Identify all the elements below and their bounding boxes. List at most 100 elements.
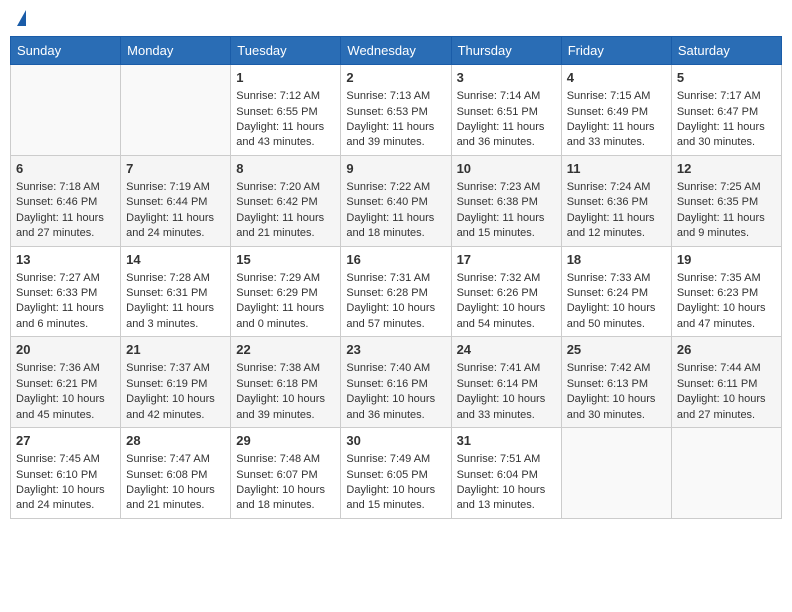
calendar-cell: 14 Sunrise: 7:28 AM Sunset: 6:31 PM Dayl… (121, 246, 231, 337)
sunset-text: Sunset: 6:53 PM (346, 106, 427, 118)
logo-icon (17, 10, 26, 26)
daylight-text: Daylight: 11 hours and 18 minutes. (346, 212, 434, 239)
sunrise-text: Sunrise: 7:38 AM (236, 362, 320, 374)
calendar-cell (121, 65, 231, 156)
daylight-text: Daylight: 11 hours and 30 minutes. (677, 121, 765, 148)
calendar-day-header: Tuesday (231, 37, 341, 65)
sunset-text: Sunset: 6:46 PM (16, 196, 97, 208)
sunrise-text: Sunrise: 7:42 AM (567, 362, 651, 374)
calendar-cell: 1 Sunrise: 7:12 AM Sunset: 6:55 PM Dayli… (231, 65, 341, 156)
day-number: 15 (236, 251, 335, 269)
sunrise-text: Sunrise: 7:27 AM (16, 272, 100, 284)
sunrise-text: Sunrise: 7:29 AM (236, 272, 320, 284)
sunrise-text: Sunrise: 7:48 AM (236, 453, 320, 465)
sunset-text: Sunset: 6:08 PM (126, 469, 207, 481)
calendar-table: SundayMondayTuesdayWednesdayThursdayFrid… (10, 36, 782, 519)
calendar-cell: 5 Sunrise: 7:17 AM Sunset: 6:47 PM Dayli… (671, 65, 781, 156)
sunrise-text: Sunrise: 7:33 AM (567, 272, 651, 284)
day-number: 13 (16, 251, 115, 269)
calendar-week-row: 13 Sunrise: 7:27 AM Sunset: 6:33 PM Dayl… (11, 246, 782, 337)
daylight-text: Daylight: 10 hours and 45 minutes. (16, 393, 105, 420)
day-number: 18 (567, 251, 666, 269)
calendar-cell: 31 Sunrise: 7:51 AM Sunset: 6:04 PM Dayl… (451, 428, 561, 519)
calendar-cell: 2 Sunrise: 7:13 AM Sunset: 6:53 PM Dayli… (341, 65, 451, 156)
sunrise-text: Sunrise: 7:17 AM (677, 90, 761, 102)
calendar-cell: 24 Sunrise: 7:41 AM Sunset: 6:14 PM Dayl… (451, 337, 561, 428)
calendar-cell (671, 428, 781, 519)
calendar-day-header: Friday (561, 37, 671, 65)
calendar-week-row: 1 Sunrise: 7:12 AM Sunset: 6:55 PM Dayli… (11, 65, 782, 156)
calendar-cell: 22 Sunrise: 7:38 AM Sunset: 6:18 PM Dayl… (231, 337, 341, 428)
daylight-text: Daylight: 11 hours and 24 minutes. (126, 212, 214, 239)
daylight-text: Daylight: 11 hours and 0 minutes. (236, 302, 324, 329)
logo (14, 10, 26, 28)
daylight-text: Daylight: 11 hours and 39 minutes. (346, 121, 434, 148)
calendar-cell: 9 Sunrise: 7:22 AM Sunset: 6:40 PM Dayli… (341, 155, 451, 246)
day-number: 7 (126, 160, 225, 178)
calendar-cell: 13 Sunrise: 7:27 AM Sunset: 6:33 PM Dayl… (11, 246, 121, 337)
sunrise-text: Sunrise: 7:24 AM (567, 181, 651, 193)
daylight-text: Daylight: 10 hours and 36 minutes. (346, 393, 435, 420)
calendar-cell: 7 Sunrise: 7:19 AM Sunset: 6:44 PM Dayli… (121, 155, 231, 246)
day-number: 21 (126, 341, 225, 359)
sunrise-text: Sunrise: 7:18 AM (16, 181, 100, 193)
calendar-cell: 21 Sunrise: 7:37 AM Sunset: 6:19 PM Dayl… (121, 337, 231, 428)
calendar-cell: 4 Sunrise: 7:15 AM Sunset: 6:49 PM Dayli… (561, 65, 671, 156)
calendar-cell: 29 Sunrise: 7:48 AM Sunset: 6:07 PM Dayl… (231, 428, 341, 519)
daylight-text: Daylight: 11 hours and 15 minutes. (457, 212, 545, 239)
calendar-cell: 6 Sunrise: 7:18 AM Sunset: 6:46 PM Dayli… (11, 155, 121, 246)
sunset-text: Sunset: 6:21 PM (16, 378, 97, 390)
daylight-text: Daylight: 11 hours and 27 minutes. (16, 212, 104, 239)
daylight-text: Daylight: 10 hours and 57 minutes. (346, 302, 435, 329)
daylight-text: Daylight: 11 hours and 6 minutes. (16, 302, 104, 329)
sunset-text: Sunset: 6:26 PM (457, 287, 538, 299)
sunset-text: Sunset: 6:04 PM (457, 469, 538, 481)
sunset-text: Sunset: 6:51 PM (457, 106, 538, 118)
day-number: 28 (126, 432, 225, 450)
sunset-text: Sunset: 6:07 PM (236, 469, 317, 481)
sunset-text: Sunset: 6:35 PM (677, 196, 758, 208)
day-number: 27 (16, 432, 115, 450)
daylight-text: Daylight: 11 hours and 43 minutes. (236, 121, 324, 148)
sunset-text: Sunset: 6:16 PM (346, 378, 427, 390)
day-number: 25 (567, 341, 666, 359)
day-number: 16 (346, 251, 445, 269)
day-number: 31 (457, 432, 556, 450)
day-number: 6 (16, 160, 115, 178)
calendar-cell: 19 Sunrise: 7:35 AM Sunset: 6:23 PM Dayl… (671, 246, 781, 337)
sunset-text: Sunset: 6:29 PM (236, 287, 317, 299)
sunset-text: Sunset: 6:13 PM (567, 378, 648, 390)
sunset-text: Sunset: 6:10 PM (16, 469, 97, 481)
calendar-day-header: Saturday (671, 37, 781, 65)
sunset-text: Sunset: 6:31 PM (126, 287, 207, 299)
sunset-text: Sunset: 6:42 PM (236, 196, 317, 208)
calendar-day-header: Monday (121, 37, 231, 65)
daylight-text: Daylight: 10 hours and 54 minutes. (457, 302, 546, 329)
calendar-cell: 10 Sunrise: 7:23 AM Sunset: 6:38 PM Dayl… (451, 155, 561, 246)
calendar-cell (11, 65, 121, 156)
day-number: 29 (236, 432, 335, 450)
calendar-cell (561, 428, 671, 519)
sunset-text: Sunset: 6:28 PM (346, 287, 427, 299)
day-number: 14 (126, 251, 225, 269)
day-number: 26 (677, 341, 776, 359)
sunset-text: Sunset: 6:24 PM (567, 287, 648, 299)
day-number: 22 (236, 341, 335, 359)
calendar-cell: 18 Sunrise: 7:33 AM Sunset: 6:24 PM Dayl… (561, 246, 671, 337)
calendar-cell: 16 Sunrise: 7:31 AM Sunset: 6:28 PM Dayl… (341, 246, 451, 337)
sunrise-text: Sunrise: 7:20 AM (236, 181, 320, 193)
sunrise-text: Sunrise: 7:41 AM (457, 362, 541, 374)
day-number: 17 (457, 251, 556, 269)
sunset-text: Sunset: 6:49 PM (567, 106, 648, 118)
calendar-week-row: 27 Sunrise: 7:45 AM Sunset: 6:10 PM Dayl… (11, 428, 782, 519)
day-number: 11 (567, 160, 666, 178)
sunset-text: Sunset: 6:38 PM (457, 196, 538, 208)
calendar-cell: 20 Sunrise: 7:36 AM Sunset: 6:21 PM Dayl… (11, 337, 121, 428)
sunrise-text: Sunrise: 7:35 AM (677, 272, 761, 284)
sunrise-text: Sunrise: 7:19 AM (126, 181, 210, 193)
page-header (10, 10, 782, 28)
sunrise-text: Sunrise: 7:40 AM (346, 362, 430, 374)
sunrise-text: Sunrise: 7:47 AM (126, 453, 210, 465)
calendar-week-row: 6 Sunrise: 7:18 AM Sunset: 6:46 PM Dayli… (11, 155, 782, 246)
day-number: 23 (346, 341, 445, 359)
